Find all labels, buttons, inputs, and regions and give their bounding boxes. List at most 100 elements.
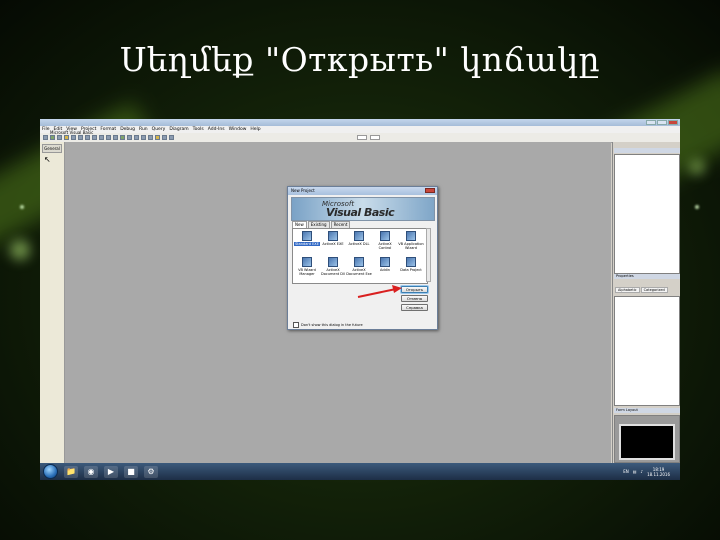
project-item[interactable]: ActiveX DLL: [346, 231, 372, 246]
clock-date: 18.11.2016: [647, 471, 670, 477]
annotation-arrow-icon: [357, 285, 402, 298]
standard-exe-icon: [302, 231, 312, 241]
addin-icon: [380, 257, 390, 267]
add-form-icon[interactable]: [50, 135, 55, 140]
office-taskbar-icon[interactable]: ■: [124, 465, 138, 478]
browser-taskbar-icon[interactable]: ◉: [84, 465, 98, 478]
menu-diagram[interactable]: Diagram: [169, 127, 188, 132]
window-titlebar: Microsoft Visual Basic: [40, 119, 680, 135]
data-project-icon: [406, 257, 416, 267]
end-icon[interactable]: [134, 135, 139, 140]
project-type-list: Standard EXE ActiveX EXE ActiveX DLL Act…: [292, 228, 428, 284]
project-item-label: Data Project: [400, 268, 422, 272]
menu-help[interactable]: Help: [250, 127, 260, 132]
windows-taskbar: 📁 ◉ ▶ ■ ⚙ EN ▤ ♪ 18:19 18.11.2016: [40, 463, 680, 480]
project-item[interactable]: VB Wizard Manager: [294, 257, 320, 276]
project-explorer-pane[interactable]: [614, 154, 680, 274]
activex-document-dll-icon: [328, 257, 338, 267]
activex-dll-icon: [354, 231, 364, 241]
form-layout-icon[interactable]: [155, 135, 160, 140]
minimize-button[interactable]: [646, 120, 656, 125]
right-panels: Properties Alphabetic Categorized Form L…: [612, 142, 680, 463]
system-tray: EN ▤ ♪ 18:19 18.11.2016: [623, 467, 680, 477]
pointer-tool-icon[interactable]: ↖: [44, 155, 60, 164]
background-glow: [10, 240, 30, 260]
properties-tabs: Alphabetic Categorized: [615, 287, 668, 293]
help-button[interactable]: Справка: [401, 304, 428, 311]
menu-tools[interactable]: Tools: [193, 127, 204, 132]
maximize-button[interactable]: [657, 120, 667, 125]
break-icon[interactable]: [127, 135, 132, 140]
new-project-dialog: New Project Microsoft Visual Basic New E…: [287, 186, 438, 330]
form-layout-header[interactable]: Form Layout: [614, 408, 680, 413]
wizard-icon: [406, 231, 416, 241]
project-item[interactable]: ActiveX EXE: [320, 231, 346, 246]
project-explorer-icon[interactable]: [141, 135, 146, 140]
start-button[interactable]: [43, 464, 58, 479]
project-item-label: ActiveX Control: [378, 242, 392, 250]
volume-icon[interactable]: ♪: [641, 469, 644, 474]
project-item[interactable]: Data Project: [398, 257, 424, 272]
toolbox-header[interactable]: General: [42, 144, 62, 153]
properties-pane[interactable]: [614, 296, 680, 406]
dont-show-label: Don't show this dialog in the future: [301, 323, 363, 327]
slide-title: Սեղմեք "Открыть" կոճակը: [119, 40, 601, 79]
paste-icon[interactable]: [92, 135, 97, 140]
background-sparkle: [20, 205, 24, 209]
background-sparkle: [695, 205, 699, 209]
menu-window[interactable]: Window: [229, 127, 247, 132]
annotation-arrow-head: [392, 285, 402, 293]
wizard-manager-icon: [302, 257, 312, 267]
project-item-label: VB Wizard Manager: [298, 268, 316, 276]
menu-run[interactable]: Run: [139, 127, 148, 132]
undo-icon[interactable]: [106, 135, 111, 140]
toolbox-icon[interactable]: [169, 135, 174, 140]
menu-format[interactable]: Format: [100, 127, 116, 132]
toolbox: General ↖: [40, 142, 65, 463]
close-button[interactable]: [668, 120, 678, 125]
dont-show-checkbox[interactable]: [293, 322, 299, 328]
media-taskbar-icon[interactable]: ▶: [104, 465, 118, 478]
open-project-icon[interactable]: [64, 135, 69, 140]
tab-alphabetic[interactable]: Alphabetic: [615, 287, 640, 293]
project-item-label: ActiveX DLL: [348, 242, 370, 246]
position-box: [357, 135, 367, 140]
menu-editor-icon[interactable]: [57, 135, 62, 140]
project-item[interactable]: ActiveX Document Dll: [320, 257, 346, 276]
project-item[interactable]: Standard EXE: [294, 231, 320, 246]
properties-header[interactable]: Properties: [614, 274, 680, 279]
save-project-icon[interactable]: [71, 135, 76, 140]
project-item[interactable]: ActiveX Document Exe: [346, 257, 372, 276]
dialog-close-button[interactable]: [425, 188, 435, 193]
explorer-taskbar-icon[interactable]: 📁: [64, 465, 78, 478]
clock[interactable]: 18:19 18.11.2016: [647, 467, 670, 477]
project-item-label: Addin: [380, 268, 390, 272]
menu-addins[interactable]: Add-Ins: [208, 127, 225, 132]
window-title: Microsoft Visual Basic: [50, 130, 94, 135]
project-item[interactable]: Addin: [372, 257, 398, 272]
project-item[interactable]: VB Application Wizard: [398, 231, 424, 250]
dont-show-checkbox-row: Don't show this dialog in the future: [293, 322, 363, 328]
form-layout-monitor[interactable]: [619, 424, 675, 460]
language-indicator[interactable]: EN: [623, 469, 629, 474]
tab-categorized[interactable]: Categorized: [640, 287, 668, 293]
find-icon[interactable]: [99, 135, 104, 140]
copy-icon[interactable]: [85, 135, 90, 140]
cut-icon[interactable]: [78, 135, 83, 140]
vb6-taskbar-icon[interactable]: ⚙: [144, 465, 158, 478]
add-project-icon[interactable]: [43, 135, 48, 140]
redo-icon[interactable]: [113, 135, 118, 140]
ide-screenshot: Microsoft Visual Basic File Edit View Pr…: [40, 119, 680, 480]
menu-bar: File Edit View Project Format Debug Run …: [40, 126, 680, 133]
project-item[interactable]: ActiveX Control: [372, 231, 398, 250]
annotation-arrow-shaft: [357, 288, 397, 298]
menu-query[interactable]: Query: [152, 127, 166, 132]
banner-visual-basic: Visual Basic: [326, 206, 395, 219]
project-explorer-header[interactable]: [614, 148, 680, 153]
network-icon[interactable]: ▤: [633, 469, 637, 474]
object-browser-icon[interactable]: [162, 135, 167, 140]
menu-debug[interactable]: Debug: [120, 127, 135, 132]
properties-window-icon[interactable]: [148, 135, 153, 140]
project-list-scrollbar[interactable]: [426, 228, 431, 282]
start-icon[interactable]: [120, 135, 125, 140]
